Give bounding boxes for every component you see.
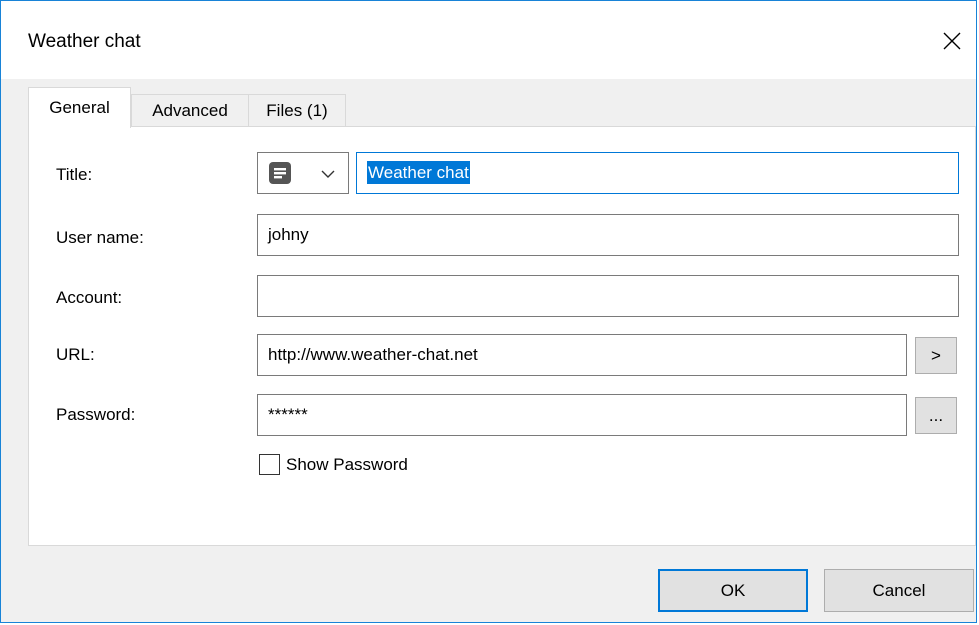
title-input[interactable]: Weather chat <box>356 152 959 194</box>
chevron-down-icon <box>321 170 335 178</box>
title-input-value: Weather chat <box>367 161 470 184</box>
password-input[interactable]: ****** <box>257 394 907 436</box>
tab-general[interactable]: General <box>28 87 131 128</box>
general-panel: Title: Weather chat User name: johny Acc… <box>28 126 976 546</box>
tab-advanced[interactable]: Advanced <box>131 94 249 127</box>
account-label: Account: <box>56 288 123 307</box>
tab-advanced-label: Advanced <box>152 101 228 120</box>
password-options-button-label: ... <box>928 405 944 425</box>
cancel-button-label: Cancel <box>872 580 926 600</box>
ok-button-label: OK <box>720 580 746 600</box>
ok-button[interactable]: OK <box>658 569 808 612</box>
close-button[interactable] <box>934 23 970 59</box>
url-label: URL: <box>56 345 95 364</box>
password-label: Password: <box>56 405 136 424</box>
username-label: User name: <box>56 228 144 247</box>
show-password-checkbox[interactable] <box>259 454 280 475</box>
title-bar: Weather chat <box>1 1 976 79</box>
cancel-button[interactable]: Cancel <box>824 569 974 612</box>
account-input[interactable] <box>257 275 959 317</box>
username-input-value: johny <box>268 225 309 244</box>
username-input[interactable]: johny <box>257 214 959 256</box>
show-password-label[interactable]: Show Password <box>286 455 408 475</box>
open-url-button-label: > <box>931 345 941 365</box>
window-title: Weather chat <box>28 31 141 52</box>
dialog-window: Weather chat General Advanced Files (1) … <box>0 0 977 623</box>
note-icon <box>269 162 291 184</box>
title-icon-picker[interactable] <box>257 152 349 194</box>
tab-files-label: Files (1) <box>266 101 328 120</box>
password-options-button[interactable]: ... <box>915 397 957 434</box>
open-url-button[interactable]: > <box>915 337 957 374</box>
password-input-value: ****** <box>268 405 308 424</box>
tab-general-label: General <box>49 98 110 117</box>
close-icon <box>943 32 961 50</box>
url-input-value: http://www.weather-chat.net <box>268 345 478 364</box>
title-label: Title: <box>56 165 93 184</box>
tab-files[interactable]: Files (1) <box>248 94 346 127</box>
url-input[interactable]: http://www.weather-chat.net <box>257 334 907 376</box>
